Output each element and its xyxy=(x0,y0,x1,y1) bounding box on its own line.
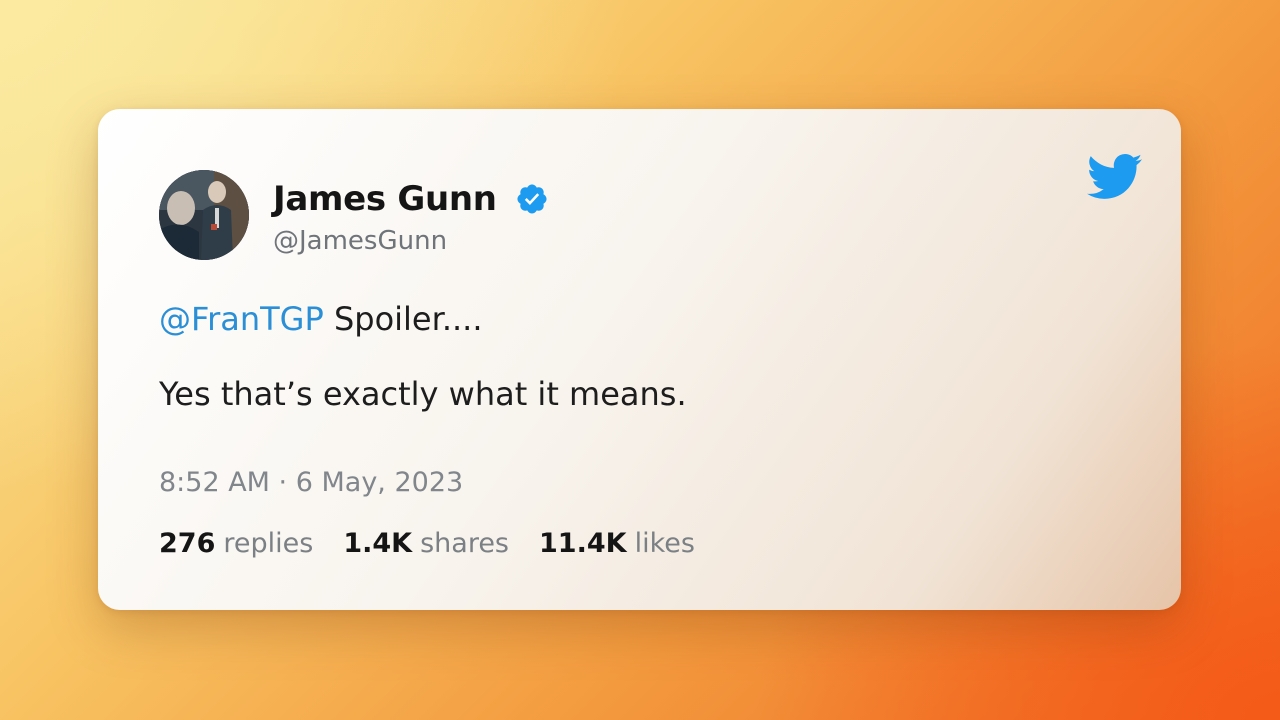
verified-badge-icon xyxy=(515,182,549,216)
tweet-stats: 276 replies 1.4K shares 11.4K likes xyxy=(159,526,725,562)
replies-stat[interactable]: 276 replies xyxy=(159,526,313,562)
author-name[interactable]: James Gunn xyxy=(273,177,497,221)
tweet-text-line-2: Yes that’s exactly what it means. xyxy=(159,375,687,413)
twitter-bird-icon xyxy=(1087,153,1143,201)
tweet-card: James Gunn @JamesGunn @FranTGP Spoiler..… xyxy=(98,109,1181,610)
author-row: James Gunn xyxy=(273,177,549,221)
tweet-text-spoiler: Spoiler.... xyxy=(323,300,483,338)
tweet-text-line-1: @FranTGP Spoiler.... xyxy=(159,297,483,341)
likes-stat[interactable]: 11.4K likes xyxy=(539,526,695,562)
replies-label: replies xyxy=(223,528,314,559)
shares-stat[interactable]: 1.4K shares xyxy=(343,526,509,562)
likes-count: 11.4K xyxy=(539,528,627,559)
author-handle[interactable]: @JamesGunn xyxy=(273,223,447,259)
tweet-timestamp[interactable]: 8:52 AM · 6 May, 2023 xyxy=(159,465,463,501)
mention-link[interactable]: @FranTGP xyxy=(159,300,324,338)
likes-label: likes xyxy=(634,528,695,559)
shares-label: shares xyxy=(420,528,510,559)
replies-count: 276 xyxy=(159,528,216,559)
avatar-image xyxy=(159,170,249,260)
avatar[interactable] xyxy=(159,170,249,260)
shares-count: 1.4K xyxy=(343,528,413,559)
